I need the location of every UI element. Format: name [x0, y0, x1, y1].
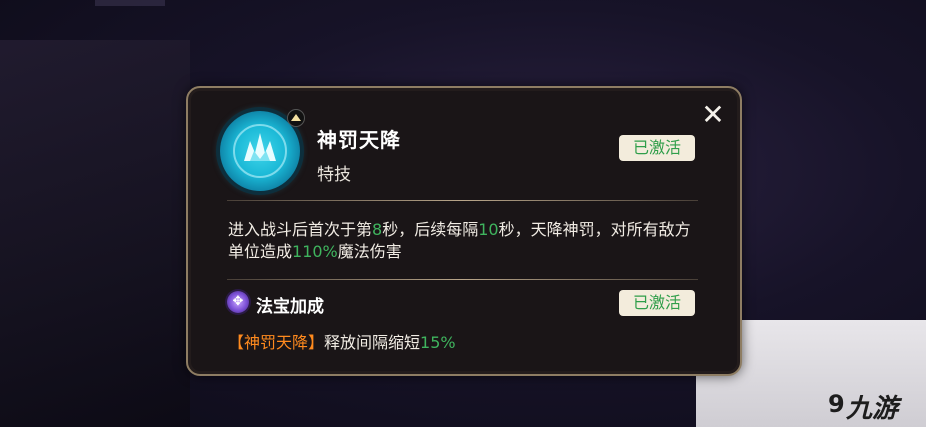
skill-status-badge: 已激活: [619, 135, 695, 161]
desc-value: 10: [478, 220, 499, 239]
bonus-skill-ref: 【神罚天降】: [228, 333, 325, 352]
divider: [227, 279, 698, 280]
purple-treasure-icon: ✥: [227, 291, 249, 313]
bonus-status-badge: 已激活: [619, 290, 695, 316]
desc-value: 8: [372, 220, 383, 239]
skill-description: 进入战斗后首次于第8秒，后续每隔10秒，天降神罚，对所有敌方单位造成110%魔法…: [228, 219, 698, 263]
watermark-logo-icon: 9: [828, 390, 845, 418]
bonus-text: 释放间隔缩短: [324, 333, 421, 352]
skill-name: 神罚天降: [317, 128, 401, 152]
close-icon[interactable]: ✕: [698, 100, 728, 130]
upgrade-arrow-icon: [287, 109, 305, 127]
background-scenery: [0, 40, 190, 427]
desc-text: 进入战斗后首次于第: [228, 220, 373, 239]
divider: [227, 200, 698, 201]
watermark-text: 九游: [846, 394, 899, 424]
bonus-description: 【神罚天降】释放间隔缩短15%: [228, 329, 456, 353]
background-decoration: [95, 0, 165, 6]
bonus-value: 15%: [420, 333, 456, 352]
desc-text: 魔法伤害: [337, 242, 402, 261]
bonus-title: 法宝加成: [256, 297, 324, 317]
desc-value: 110%: [292, 242, 338, 261]
skill-type: 特技: [317, 165, 351, 185]
desc-text: 秒，后续每隔: [382, 220, 479, 239]
